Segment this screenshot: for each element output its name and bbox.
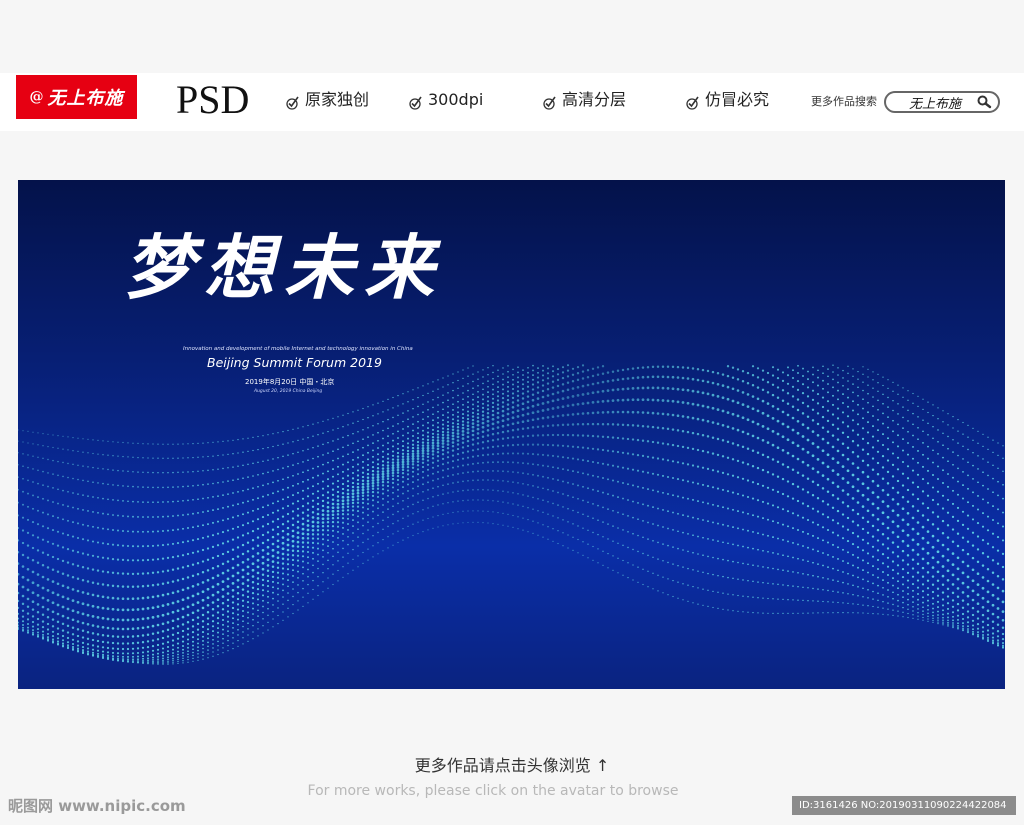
poster-banner: 梦想未来 Innovation and development of mobil… [18,180,1005,689]
search-icon[interactable] [976,94,992,110]
feature-dpi: 300dpi [408,89,483,111]
feature-label: 原家独创 [305,90,370,109]
check-icon [286,96,299,110]
feature-label: 高清分层 [562,90,627,109]
logo-at-symbol: @ [29,89,45,105]
feature-label: 300dpi [428,90,484,109]
hero-date-cn: 2019年8月20日 中国・北京 [245,378,335,386]
search-box[interactable]: 无上布施 [884,91,1000,113]
hero-forum-name: Beijing Summit Forum 2019 [207,355,382,370]
check-icon [543,96,556,110]
logo-text: 无上布施 [47,88,124,109]
hero-title: 梦想未来 [124,226,444,309]
top-bar: @ 无上布施 PSD 原家独创 300dpi 高清分层 仿冒必究 更多作品搜索 [0,73,1024,131]
site-watermark: 昵图网 www.nipic.com [8,797,186,815]
search-value[interactable]: 无上布施 [886,93,976,112]
check-icon [686,96,699,110]
hero-subtitle: Innovation and development of mobile Int… [183,346,413,352]
feature-copyright: 仿冒必究 [685,89,769,111]
format-label: PSD [176,77,250,122]
hero-date-en: August 20, 2019 China Beijing [254,389,323,394]
check-icon [409,96,422,110]
feature-layers: 高清分层 [542,89,626,111]
more-works-cn[interactable]: 更多作品请点击头像浏览 ↑ [0,755,1024,777]
feature-original: 原家独创 [285,89,369,111]
image-id-bar: ID:3161426 NO:20190311090224422084 [792,796,1016,815]
search-label: 更多作品搜索 [811,95,877,108]
brand-logo[interactable]: @ 无上布施 [16,75,137,119]
feature-label: 仿冒必究 [705,90,770,109]
